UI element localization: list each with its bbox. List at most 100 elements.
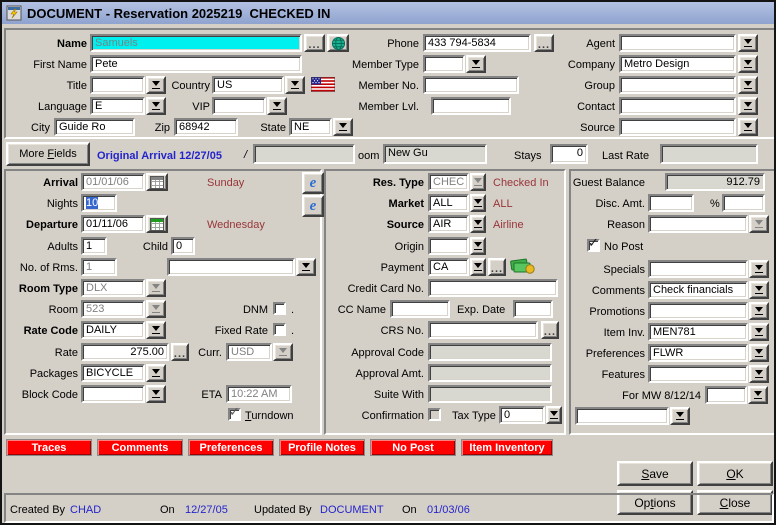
reason-field[interactable]: [648, 215, 748, 233]
res-type-field[interactable]: CHEC: [428, 173, 469, 191]
confirmation-checkbox[interactable]: [428, 408, 441, 421]
vip-dropdown-button[interactable]: [267, 97, 287, 115]
member-lvl-field[interactable]: [431, 97, 511, 115]
more-fields-button[interactable]: More Fields: [6, 142, 90, 166]
country-field[interactable]: US: [212, 76, 284, 94]
item-inventory-button[interactable]: Item Inventory: [461, 439, 553, 456]
rate-query-button-1[interactable]: e: [302, 172, 324, 194]
payment-dropdown-button[interactable]: [470, 258, 486, 276]
ok-button[interactable]: OK: [697, 461, 773, 486]
rate-code-field[interactable]: DAILY: [81, 321, 145, 339]
item-inv-dropdown-button[interactable]: [749, 323, 769, 341]
agent-field[interactable]: [619, 34, 736, 52]
comments-field[interactable]: Check financials: [648, 281, 748, 299]
name-field[interactable]: Samuels: [90, 34, 302, 52]
promotions-field[interactable]: [648, 302, 748, 320]
rate-query-button-2[interactable]: e: [302, 195, 324, 217]
share-combo-dropdown-button[interactable]: [296, 258, 316, 276]
child-field[interactable]: 0: [171, 237, 195, 255]
turndown-checkbox[interactable]: [228, 408, 241, 421]
item-inv-field[interactable]: MEN781: [648, 323, 748, 341]
promotions-dropdown-button[interactable]: [749, 302, 769, 320]
traces-button[interactable]: Traces: [6, 439, 92, 456]
eta-field[interactable]: 10:22 AM: [226, 385, 292, 403]
contact-field[interactable]: [619, 97, 736, 115]
cc-name-field[interactable]: [390, 300, 450, 318]
phone-field[interactable]: 433 794-5834: [423, 34, 531, 52]
departure-field[interactable]: 01/11/06: [81, 215, 145, 233]
arrival-field[interactable]: 01/01/06: [81, 173, 145, 191]
packages-field[interactable]: BICYCLE: [81, 364, 145, 382]
no-of-rms-field[interactable]: 1: [81, 258, 117, 276]
for-mw-dropdown-button[interactable]: [748, 386, 768, 404]
no-post-button[interactable]: No Post: [370, 439, 456, 456]
credit-card-no-field[interactable]: [428, 279, 558, 297]
adults-field[interactable]: 1: [81, 237, 107, 255]
payment-lookup-button[interactable]: ...: [488, 258, 506, 276]
features-dropdown-button[interactable]: [749, 365, 769, 383]
tax-type-dropdown-button[interactable]: [546, 406, 562, 424]
specials-field[interactable]: [648, 260, 748, 278]
room-type-field[interactable]: DLX: [81, 279, 145, 297]
member-type-field[interactable]: [423, 55, 465, 73]
market-field[interactable]: ALL: [428, 194, 469, 212]
group-field[interactable]: [619, 76, 736, 94]
group-dropdown-button[interactable]: [738, 76, 758, 94]
comments-dropdown-button[interactable]: [749, 281, 769, 299]
zip-field[interactable]: 68942: [174, 118, 238, 136]
member-no-field[interactable]: [423, 76, 519, 94]
share-combo-field[interactable]: [167, 258, 295, 276]
for-mw-field[interactable]: [705, 386, 747, 404]
block-code-dropdown-button[interactable]: [146, 385, 166, 403]
language-field[interactable]: E: [90, 97, 145, 115]
rate-code-dropdown-button[interactable]: [146, 321, 166, 339]
specials-dropdown-button[interactable]: [749, 260, 769, 278]
contact-dropdown-button[interactable]: [738, 97, 758, 115]
profile-notes-button[interactable]: Profile Notes: [279, 439, 365, 456]
agent-dropdown-button[interactable]: [738, 34, 758, 52]
block-code-field[interactable]: [81, 385, 145, 403]
first-name-field[interactable]: Pete: [90, 55, 302, 73]
disc-amt-field[interactable]: [648, 194, 694, 212]
language-dropdown-button[interactable]: [146, 97, 166, 115]
preferences-dropdown-button[interactable]: [749, 344, 769, 362]
tax-type-field[interactable]: 0: [499, 406, 545, 424]
extra-combo-field[interactable]: [575, 407, 669, 425]
state-dropdown-button[interactable]: [333, 118, 353, 136]
title-field[interactable]: [90, 76, 145, 94]
exp-date-field[interactable]: [513, 300, 553, 318]
curr-field[interactable]: USD: [226, 343, 272, 361]
preferences-button[interactable]: Preferences: [188, 439, 274, 456]
nights-field[interactable]: 10: [81, 194, 117, 212]
save-button[interactable]: Save: [617, 461, 693, 486]
fixed-rate-checkbox[interactable]: [273, 323, 286, 336]
state-field[interactable]: NE: [289, 118, 332, 136]
member-type-dropdown-button[interactable]: [466, 55, 486, 73]
payment-field[interactable]: CA: [428, 258, 469, 276]
vip-field[interactable]: [212, 97, 266, 115]
company-dropdown-button[interactable]: [738, 55, 758, 73]
source-field[interactable]: [619, 118, 736, 136]
company-field[interactable]: Metro Design: [619, 55, 736, 73]
origin-field[interactable]: [428, 237, 469, 255]
dnm-checkbox[interactable]: [273, 302, 286, 315]
res-source-dropdown-button[interactable]: [470, 215, 486, 233]
extra-combo-dropdown-button[interactable]: [670, 407, 690, 425]
packages-dropdown-button[interactable]: [146, 364, 166, 382]
rate-lookup-button[interactable]: ...: [171, 343, 189, 361]
city-field[interactable]: Guide Ro: [54, 118, 135, 136]
crs-no-field[interactable]: [428, 321, 538, 339]
res-source-field[interactable]: AIR: [428, 215, 469, 233]
title-dropdown-button[interactable]: [146, 76, 166, 94]
origin-dropdown-button[interactable]: [470, 237, 486, 255]
country-dropdown-button[interactable]: [285, 76, 305, 94]
no-post-checkbox[interactable]: [587, 239, 600, 252]
name-lookup-button[interactable]: ...: [304, 34, 325, 52]
market-dropdown-button[interactable]: [470, 194, 486, 212]
disc-pct-field[interactable]: [722, 194, 765, 212]
rate-field[interactable]: 275.00: [81, 343, 169, 361]
source-dropdown-button[interactable]: [738, 118, 758, 136]
preferences-field[interactable]: FLWR: [648, 344, 748, 362]
departure-calendar-button[interactable]: [146, 215, 168, 233]
comments-button[interactable]: Comments: [97, 439, 183, 456]
